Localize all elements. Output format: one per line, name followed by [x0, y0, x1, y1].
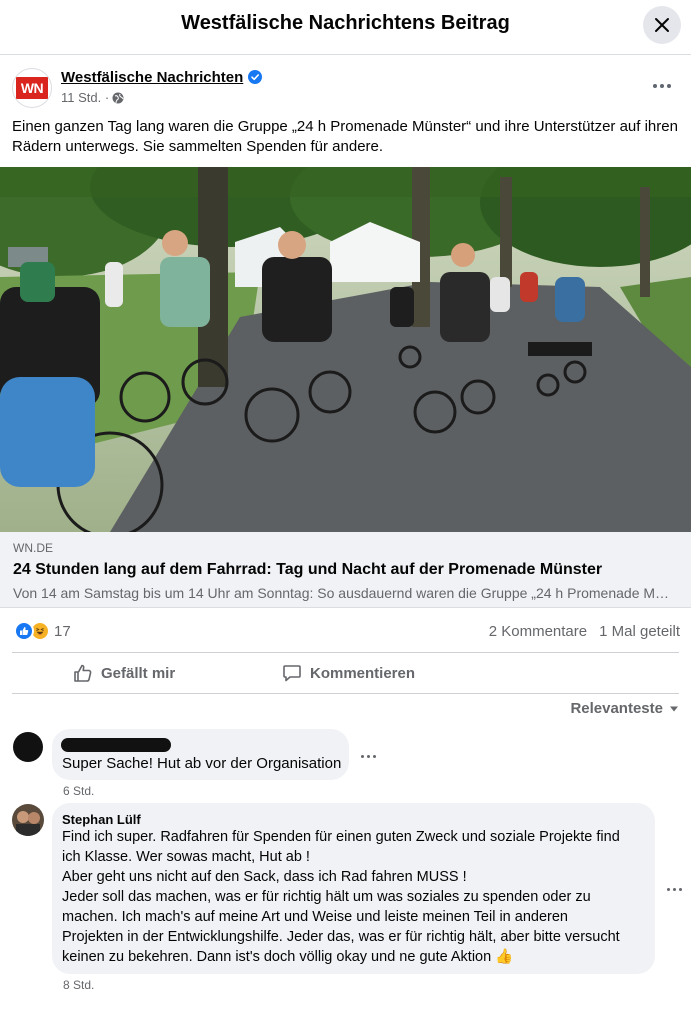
comment-line: Find ich super. Radfahren für Spenden fü… [62, 829, 620, 845]
verified-badge-icon [248, 70, 262, 84]
post-header: WN Westfälische Nachrichten 11 Std. · [12, 68, 679, 112]
commenter-name[interactable]: Stephan Lülf [62, 812, 141, 827]
comment-line: Jeder soll das machen, was er für richti… [62, 889, 591, 905]
dialog-header: Westfälische Nachrichtens Beitrag [0, 0, 691, 55]
cyclists-photo [0, 167, 691, 532]
comment-button[interactable]: Kommentieren [282, 653, 415, 693]
page-name-link[interactable]: Westfälische Nachrichten [61, 69, 243, 86]
post-stats: 2 Kommentare 1 Mal geteilt [489, 623, 680, 640]
comments-count-link[interactable]: 2 Kommentare [489, 623, 587, 640]
comment-time[interactable]: 8 Std. [63, 978, 94, 992]
reaction-summary[interactable]: 17 [14, 621, 71, 641]
comment-options-button[interactable] [358, 751, 378, 761]
globe-icon [112, 92, 124, 103]
close-button[interactable] [643, 6, 681, 44]
like-button-label: Gefällt mir [101, 664, 176, 682]
comment-bubble: Stephan Lülf Find ich super. Radfahren f… [52, 803, 655, 974]
page-avatar[interactable]: WN [12, 68, 52, 108]
close-icon [655, 18, 669, 32]
link-title[interactable]: 24 Stunden lang auf dem Fahrrad: Tag und… [13, 561, 602, 579]
caret-down-icon [670, 706, 678, 711]
link-description: Von 14 am Samstag bis um 14 Uhr am Sonnt… [13, 585, 673, 601]
comment-line: keinen zu bekehren. Dann ist's doch völl… [62, 949, 514, 965]
like-reaction-icon [14, 621, 34, 641]
comment-time[interactable]: 6 Std. [63, 784, 94, 798]
comment-icon [283, 665, 301, 682]
comment-sort-dropdown[interactable]: Relevanteste [570, 700, 679, 717]
commenter-avatar[interactable] [12, 804, 44, 836]
comment-line: ich Klasse. Wer sowas macht, Hut ab ! [62, 849, 310, 865]
redacted-commenter-name [61, 738, 171, 752]
post-photo[interactable] [0, 167, 691, 532]
comment-text: Super Sache! Hut ab vor der Organisation [62, 755, 342, 772]
reaction-count: 17 [54, 622, 71, 640]
post-text: Einen ganzen Tag lang waren die Gruppe „… [12, 118, 678, 155]
link-preview[interactable]: WN.DE 24 Stunden lang auf dem Fahrrad: T… [0, 532, 691, 608]
comment-options-button[interactable] [664, 884, 684, 894]
post-meta: 11 Std. · [61, 90, 124, 105]
shares-count-link[interactable]: 1 Mal geteilt [599, 623, 680, 640]
link-domain: WN.DE [13, 541, 53, 555]
post-time[interactable]: 11 Std. · [61, 90, 109, 105]
post-action-bar: Gefällt mir Kommentieren [12, 652, 679, 694]
comment-text: Find ich super. Radfahren für Spenden fü… [62, 827, 652, 967]
comment-bubble: Super Sache! Hut ab vor der Organisation [52, 729, 349, 780]
page-logo: WN [16, 77, 48, 99]
comment-line: Projekten in der Entwicklungshilfe. Jede… [62, 929, 620, 945]
comment-button-label: Kommentieren [310, 664, 416, 682]
comment-line: Aber geht uns nicht auf den Sack, dass i… [62, 869, 467, 885]
dialog-title: Westfälische Nachrichtens Beitrag [181, 12, 510, 34]
post-options-button[interactable] [650, 76, 674, 96]
thumbs-up-icon [74, 664, 92, 682]
commenter-avatar[interactable] [12, 731, 44, 763]
sort-label: Relevanteste [570, 700, 663, 717]
like-button[interactable]: Gefällt mir [73, 653, 175, 693]
comment-line: machen. Ich mach's auf meine Art und Wei… [62, 909, 568, 925]
